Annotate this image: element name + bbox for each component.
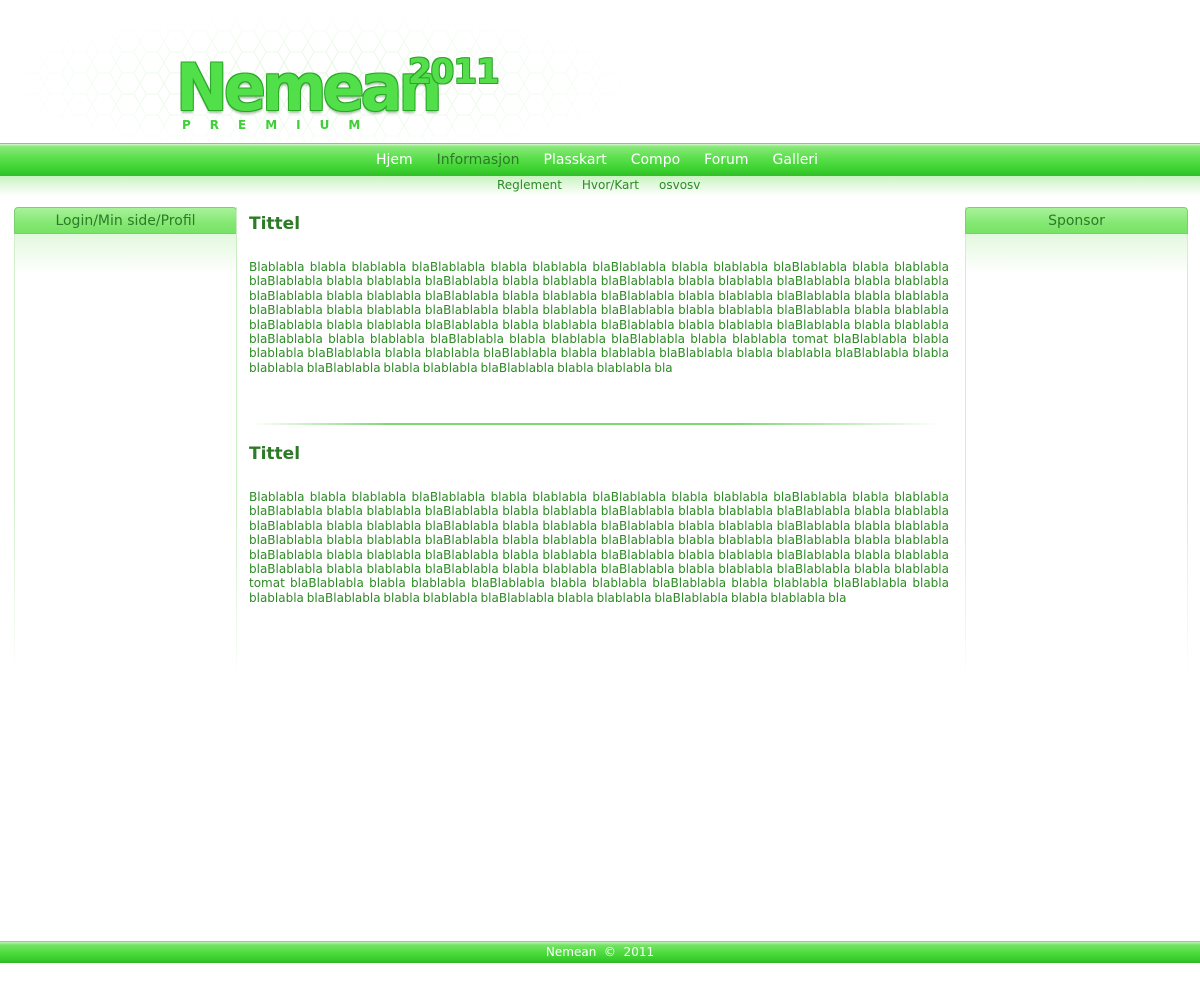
nav-item-informasjon[interactable]: Informasjon [437,152,520,168]
main-navigation: Hjem Informasjon Plasskart Compo Forum G… [0,143,1200,176]
subnav-item-hvor-kart[interactable]: Hvor/Kart [582,178,639,192]
article: Tittel Blablabla blabla blablabla blaBla… [249,422,949,605]
subnav-items: Reglement Hvor/Kart osvosv [487,178,710,192]
article-body: Blablabla blabla blablabla blaBlablabla … [249,490,949,605]
footer-text: Nemean © 2011 [545,945,655,959]
sub-navigation: Reglement Hvor/Kart osvosv [0,176,1200,196]
site-header: Nemean 2011 PREMIUM [0,0,1200,143]
nav-item-hjem[interactable]: Hjem [376,152,413,168]
logo-year: 2011 [408,52,500,92]
sponsor-sidebar: Sponsor [965,207,1188,677]
sponsor-sidebar-body [965,234,1188,677]
article-title: Tittel [249,444,301,464]
article-body: Blablabla blabla blablabla blaBlablabla … [249,260,949,375]
article-divider [252,423,942,425]
login-sidebar-title: Login/Min side/Profil [14,207,237,234]
nav-item-plasskart[interactable]: Plasskart [544,152,607,168]
login-sidebar-body [14,234,237,677]
content-left-border [236,207,237,677]
nav-items: Hjem Informasjon Plasskart Compo Forum G… [364,152,830,168]
nav-item-compo[interactable]: Compo [631,152,680,168]
nav-item-forum[interactable]: Forum [704,152,748,168]
article: Tittel Blablabla blabla blablabla blaBla… [249,207,949,422]
article-title: Tittel [249,214,301,234]
site-footer: Nemean © 2011 [0,941,1200,963]
logo-subtitle: PREMIUM [182,118,380,132]
main-content: Tittel Blablabla blabla blablabla blaBla… [249,207,949,605]
site-logo[interactable]: Nemean 2011 PREMIUM [176,48,506,140]
subnav-item-reglement[interactable]: Reglement [497,178,562,192]
login-sidebar: Login/Min side/Profil [14,207,237,677]
nav-item-galleri[interactable]: Galleri [773,152,818,168]
subnav-item-osvosv[interactable]: osvosv [659,178,700,192]
sponsor-sidebar-title: Sponsor [965,207,1188,234]
